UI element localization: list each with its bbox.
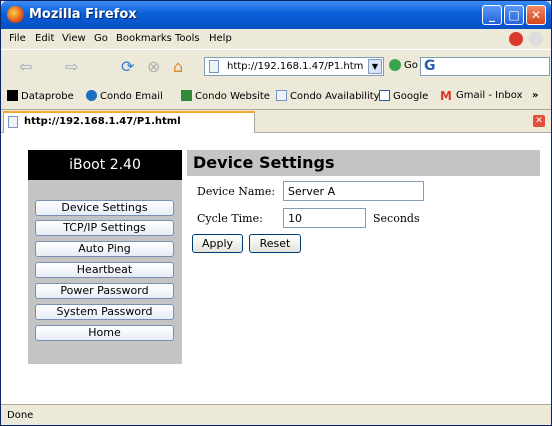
condo-website-icon [181, 90, 192, 101]
page-icon [8, 116, 18, 128]
bookmark-condo-email[interactable]: Condo Email [86, 90, 163, 102]
menu-tools[interactable]: Tools [175, 33, 200, 44]
search-box[interactable]: G [420, 57, 550, 76]
menu-help[interactable]: Help [209, 33, 232, 44]
go-button[interactable]: Go [389, 59, 418, 71]
status-text: Done [7, 410, 34, 421]
gmail-icon: M [440, 89, 452, 103]
sidebar-item-system-password[interactable]: System Password [35, 304, 174, 320]
back-arrow-icon[interactable]: ⇦ [19, 57, 32, 77]
menu-view[interactable]: View [62, 33, 86, 44]
sidebar-item-auto-ping[interactable]: Auto Ping [35, 241, 174, 257]
url-bar[interactable]: http://192.168.1.47/P1.htm ▼ [204, 57, 384, 76]
stop-indicator-icon [509, 32, 523, 46]
navigation-toolbar: ⇦ ⇨ ⟳ ⊗ ⌂ http://192.168.1.47/P1.htm ▼ G… [1, 49, 551, 85]
title-bar: Mozilla Firefox _ □ ✕ [1, 1, 551, 29]
url-dropdown-icon[interactable]: ▼ [368, 59, 382, 74]
sidebar-item-heartbeat[interactable]: Heartbeat [35, 262, 174, 278]
brand-label: iBoot 2.40 [28, 150, 182, 180]
menu-edit[interactable]: Edit [35, 33, 54, 44]
maximize-button[interactable]: □ [504, 5, 524, 25]
menu-bar: File Edit View Go Bookmarks Tools Help [1, 29, 551, 49]
google-search-icon: G [424, 58, 436, 74]
sidebar-item-power-password[interactable]: Power Password [35, 283, 174, 299]
go-icon [389, 59, 401, 71]
apply-button[interactable]: Apply [192, 234, 243, 253]
reload-icon[interactable]: ⟳ [121, 57, 134, 77]
menu-go[interactable]: Go [94, 33, 108, 44]
bookmark-dataprobe[interactable]: Dataprobe [7, 90, 74, 102]
bookmarks-toolbar: Dataprobe Condo Email Condo Website Cond… [1, 84, 551, 110]
bookmarks-overflow-button[interactable]: » [532, 90, 538, 101]
reset-button[interactable]: Reset [249, 234, 301, 253]
tab-label: http://192.168.1.47/P1.html [24, 116, 181, 127]
browser-window: Mozilla Firefox _ □ ✕ File Edit View Go … [0, 0, 552, 426]
throbber-icon [529, 32, 543, 46]
device-name-field[interactable]: Server A [283, 181, 424, 201]
firefox-logo-icon [7, 6, 24, 23]
url-text: http://192.168.1.47/P1.htm [227, 61, 364, 72]
bookmark-condo-website[interactable]: Condo Website [181, 90, 270, 102]
sidebar: iBoot 2.40 Device Settings TCP/IP Settin… [28, 150, 182, 364]
sidebar-item-tcpip-settings[interactable]: TCP/IP Settings [35, 220, 174, 236]
close-window-button[interactable]: ✕ [526, 5, 546, 25]
page-header: Device Settings [187, 150, 540, 176]
bookmark-gmail-inbox[interactable]: M Gmail - Inbox [440, 90, 523, 102]
cycle-time-field[interactable]: 10 [283, 208, 366, 228]
status-bar: Done [1, 404, 551, 425]
google-icon [379, 90, 390, 101]
sidebar-item-home[interactable]: Home [35, 325, 174, 341]
menu-bookmarks[interactable]: Bookmarks [116, 33, 172, 44]
page-icon [276, 90, 287, 101]
tab-current[interactable]: http://192.168.1.47/P1.html [3, 111, 255, 133]
device-name-label: Device Name: [197, 185, 276, 198]
tab-bar: http://192.168.1.47/P1.html ✕ [1, 110, 551, 133]
cycle-time-label: Cycle Time: [197, 212, 263, 225]
page-icon [209, 60, 219, 73]
dataprobe-icon [7, 90, 18, 101]
stop-icon[interactable]: ⊗ [147, 57, 160, 77]
page-title: Device Settings [193, 153, 335, 172]
close-tab-icon[interactable]: ✕ [533, 115, 545, 127]
bookmark-google[interactable]: Google [379, 90, 428, 102]
bookmark-condo-availability[interactable]: Condo Availability [276, 90, 380, 102]
home-icon[interactable]: ⌂ [173, 57, 183, 77]
condo-email-icon [86, 90, 97, 101]
page-content: iBoot 2.40 Device Settings TCP/IP Settin… [1, 133, 551, 404]
cycle-time-unit: Seconds [373, 212, 420, 225]
minimize-button[interactable]: _ [482, 5, 502, 25]
sidebar-item-device-settings[interactable]: Device Settings [35, 200, 174, 216]
forward-arrow-icon[interactable]: ⇨ [65, 57, 78, 77]
menu-file[interactable]: File [9, 33, 26, 44]
window-title: Mozilla Firefox [29, 7, 137, 22]
